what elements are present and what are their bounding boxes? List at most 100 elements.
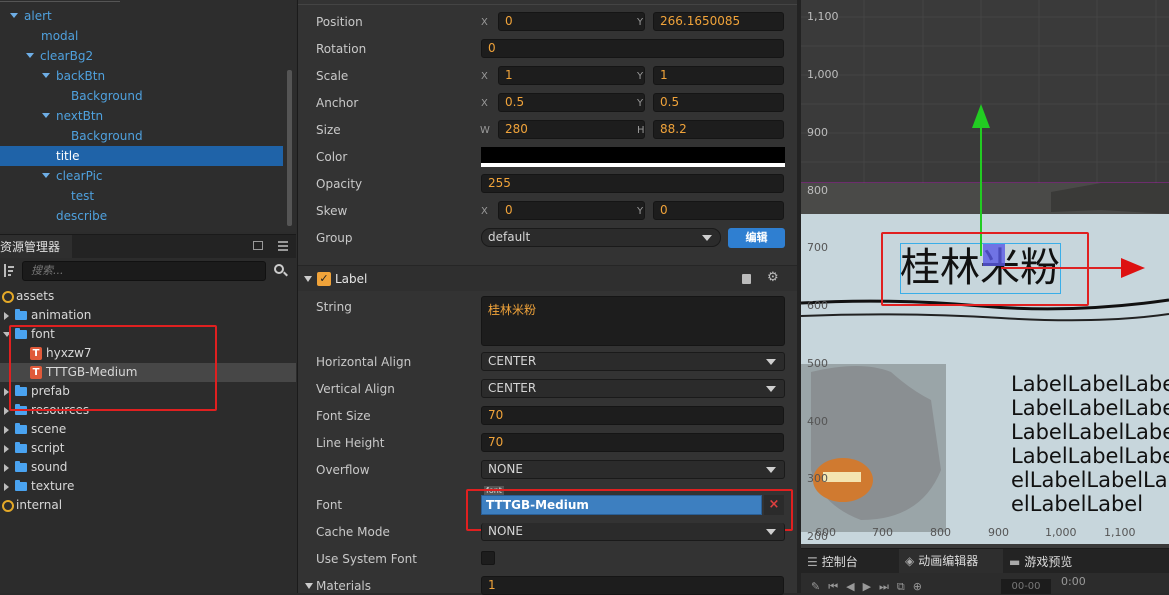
- tree-item-label: describe: [56, 209, 108, 223]
- asset-folder-script[interactable]: script: [0, 439, 296, 458]
- line-height-input[interactable]: 70: [481, 433, 784, 452]
- skew-y-input[interactable]: 0: [653, 201, 784, 220]
- book-icon[interactable]: [742, 274, 751, 284]
- size-h-input[interactable]: 88.2: [653, 120, 784, 139]
- cache-mode-select[interactable]: NONE: [481, 523, 785, 541]
- expand-icon[interactable]: [26, 53, 34, 58]
- label-line: elLabelLabelLa: [1011, 468, 1168, 492]
- axis-w-label: W: [480, 125, 490, 136]
- folder-icon: [15, 309, 27, 320]
- skew-label: Skew: [316, 204, 348, 218]
- font-label: Font: [316, 498, 343, 512]
- arrow-up-icon[interactable]: [972, 104, 990, 128]
- scale-y-input[interactable]: 1: [653, 66, 784, 85]
- asset-folder-scene[interactable]: scene: [0, 420, 296, 439]
- expand-icon[interactable]: [42, 113, 50, 118]
- string-textarea[interactable]: 桂林米粉: [481, 296, 785, 346]
- sort-icon[interactable]: [4, 264, 14, 277]
- tree-item-background[interactable]: Background: [0, 86, 283, 106]
- group-value: default: [488, 230, 531, 244]
- halign-value: CENTER: [488, 354, 537, 368]
- collapse-icon[interactable]: [304, 276, 312, 282]
- arrow-right-icon[interactable]: [1121, 258, 1145, 278]
- tree-scrollbar[interactable]: [287, 70, 292, 226]
- tab-label: 游戏预览: [1024, 555, 1073, 569]
- scene-view[interactable]: 1,100 1,000 900 800 700 600 500 400 300 …: [801, 0, 1169, 548]
- size-w-input[interactable]: 280: [498, 120, 645, 139]
- anchor-y-input[interactable]: 0.5: [653, 93, 784, 112]
- system-font-checkbox[interactable]: [481, 551, 495, 565]
- y-tick: 300: [807, 472, 828, 485]
- tree-item-backbtn[interactable]: backBtn: [0, 66, 283, 86]
- materials-count-input[interactable]: 1: [481, 576, 784, 595]
- gear-icon[interactable]: ⚙: [767, 270, 779, 285]
- expand-icon[interactable]: [4, 312, 9, 320]
- assets-search-input[interactable]: 搜索...: [22, 261, 266, 281]
- tree-item-nextbtn[interactable]: nextBtn: [0, 106, 283, 126]
- group-select[interactable]: default: [481, 228, 721, 247]
- scale-label: Scale: [316, 69, 349, 83]
- font-size-input[interactable]: 70: [481, 406, 784, 425]
- color-swatch[interactable]: [481, 147, 785, 167]
- tree-item-label: nextBtn: [56, 109, 104, 123]
- tree-item-background[interactable]: Background: [0, 126, 283, 146]
- tree-item-clearpic[interactable]: clearPic: [0, 166, 283, 186]
- tree-item-label: Background: [71, 129, 143, 143]
- tree-item-modal[interactable]: modal: [0, 26, 283, 46]
- expand-icon[interactable]: [4, 464, 9, 472]
- skew-x-input[interactable]: 0: [498, 201, 645, 220]
- preview-icon: ▬: [1009, 555, 1021, 569]
- expand-icon[interactable]: [4, 483, 9, 491]
- edit-group-button[interactable]: 编辑: [728, 228, 785, 248]
- asset-folder-animation[interactable]: animation: [0, 306, 296, 325]
- search-icon-handle: [283, 271, 288, 277]
- opacity-input[interactable]: 255: [481, 174, 784, 193]
- position-y-input[interactable]: 266.1650085: [653, 12, 784, 31]
- overflow-select[interactable]: NONE: [481, 460, 785, 479]
- opacity-label: Opacity: [316, 177, 363, 191]
- assets-header: 资源管理器: [0, 234, 296, 259]
- valign-select[interactable]: CENTER: [481, 379, 785, 398]
- tree-item-label: clearPic: [56, 169, 103, 183]
- expand-icon[interactable]: [4, 445, 9, 453]
- menu-icon[interactable]: [278, 241, 288, 243]
- valign-value: CENTER: [488, 381, 537, 395]
- label-component-header[interactable]: ✓ Label ⚙: [298, 265, 797, 291]
- tree-item-title[interactable]: title: [0, 146, 283, 166]
- database-icon: [2, 500, 14, 512]
- asset-folder-texture[interactable]: texture: [0, 477, 296, 496]
- tab-animation-editor[interactable]: ◈ 动画编辑器: [899, 549, 1003, 573]
- asset-db-internal[interactable]: internal: [0, 496, 296, 515]
- timeline-controls[interactable]: ✎⏮◀▶⏭⧉⊕: [811, 580, 930, 594]
- tree-item-test[interactable]: test: [0, 186, 283, 206]
- scale-x-input[interactable]: 1: [498, 66, 645, 85]
- tab-assets[interactable]: 资源管理器: [0, 235, 72, 259]
- expand-icon[interactable]: [10, 13, 18, 18]
- label-line: LabelLabelLabe: [1011, 444, 1169, 468]
- tree-item-describe[interactable]: describe: [0, 206, 283, 226]
- anchor-label: Anchor: [316, 96, 359, 110]
- position-x-input[interactable]: 0: [498, 12, 645, 31]
- expand-icon[interactable]: [4, 426, 9, 434]
- label-line: elLabelLabel: [1011, 492, 1144, 516]
- chevron-down-icon: [766, 386, 776, 392]
- anchor-x-input[interactable]: 0.5: [498, 93, 645, 112]
- font-size-label: Font Size: [316, 409, 371, 423]
- collapse-icon[interactable]: [305, 583, 313, 589]
- enabled-checkbox[interactable]: ✓: [317, 272, 331, 286]
- expand-icon[interactable]: [42, 73, 50, 78]
- tab-console[interactable]: ☰ 控制台: [807, 553, 858, 570]
- tree-item-clearbg2[interactable]: clearBg2: [0, 46, 283, 66]
- halign-select[interactable]: CENTER: [481, 352, 785, 371]
- rotation-input[interactable]: 0: [481, 39, 784, 58]
- x-tick: 700: [872, 526, 893, 539]
- tab-game-preview[interactable]: ▬ 游戏预览: [1009, 553, 1072, 570]
- tree-item-alert[interactable]: alert: [0, 6, 283, 26]
- asset-db-assets[interactable]: assets: [0, 287, 296, 306]
- overflow-value: NONE: [488, 462, 523, 476]
- asset-folder-sound[interactable]: sound: [0, 458, 296, 477]
- halign-label: Horizontal Align: [316, 355, 412, 369]
- frame-input[interactable]: 00-00: [1001, 579, 1051, 594]
- maximize-icon[interactable]: [253, 241, 263, 250]
- expand-icon[interactable]: [42, 173, 50, 178]
